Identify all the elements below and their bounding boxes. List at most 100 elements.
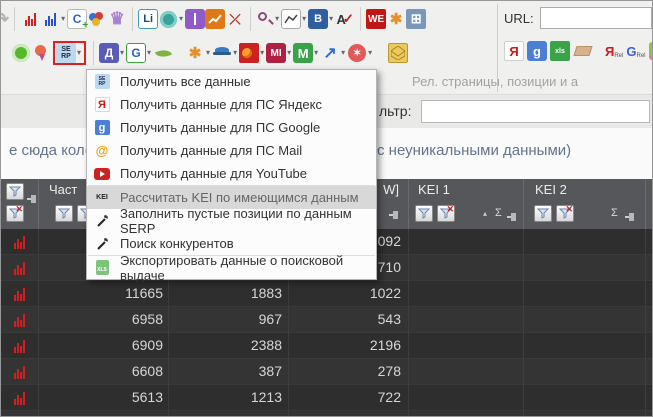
sum-icon[interactable]: Σ [611, 207, 618, 219]
yandex-icon[interactable]: Я [504, 41, 524, 61]
red-stats-icon[interactable] [20, 9, 40, 29]
filter-icon[interactable] [534, 205, 552, 222]
cell-frequency[interactable]: 11665 [39, 281, 169, 307]
teal-circle-icon[interactable] [158, 9, 178, 29]
chevron-down-icon[interactable]: ▾ [275, 9, 279, 29]
chevron-down-icon[interactable]: ▾ [314, 43, 318, 63]
cell-kei2[interactable] [524, 333, 646, 359]
chevron-down-icon[interactable]: ▾ [61, 9, 65, 29]
header-kei1[interactable]: KEI 1 ✕ ▴ Σ [409, 179, 524, 229]
filter-icon[interactable] [415, 205, 433, 222]
chevron-down-icon[interactable]: ▾ [329, 9, 333, 29]
cell-kei2[interactable] [524, 229, 646, 255]
serp-button-selected[interactable]: SE RP ▾ [53, 41, 87, 65]
google-icon[interactable]: g [527, 41, 547, 61]
cell-kei2[interactable] [524, 307, 646, 333]
pin-icon[interactable] [389, 207, 400, 225]
filter-icon[interactable] [55, 205, 73, 222]
chevron-down-icon[interactable]: ▾ [120, 43, 124, 63]
cell-kei1[interactable] [409, 229, 524, 255]
cell-kei2[interactable] [524, 255, 646, 281]
pin-icon[interactable] [27, 191, 38, 209]
cell-kei2[interactable] [524, 411, 646, 416]
header-kei2[interactable]: KEI 2 ✕ Σ [524, 179, 646, 229]
cell-frequency-exact[interactable]: 2196 [289, 333, 409, 359]
cell-frequency-w[interactable]: 745 [169, 411, 289, 416]
fireball-icon[interactable] [239, 43, 260, 63]
chevron-down-icon[interactable]: ▾ [368, 43, 372, 63]
chevron-down-icon[interactable]: ▾ [77, 43, 81, 63]
table-row[interactable]: 6958 967 543 [1, 307, 652, 333]
leaf-icon[interactable] [153, 43, 173, 63]
menu-item-get-youtube-data[interactable]: Получить данные для YouTube [87, 162, 376, 185]
menu-item-get-google-data[interactable]: g Получить данные для ПС Google [87, 116, 376, 139]
cell-kei1[interactable] [409, 359, 524, 385]
excel-icon[interactable]: xls [550, 41, 570, 61]
url-input[interactable] [539, 7, 652, 29]
cell-frequency-exact[interactable]: 1022 [289, 281, 409, 307]
clear-filter-icon[interactable]: ✕ [6, 204, 24, 222]
metrika-balls-icon[interactable] [87, 9, 107, 29]
target-icon[interactable]: ✶ [347, 43, 367, 63]
cell-frequency[interactable]: 5613 [39, 385, 169, 411]
table-row[interactable]: 4817 745 418 [1, 411, 652, 416]
spy-icon[interactable] [212, 43, 232, 63]
purple-stats-icon[interactable] [185, 9, 206, 29]
pin-icon[interactable] [507, 209, 518, 227]
clear-filter-icon[interactable]: ✕ [556, 204, 574, 222]
cell-kei1[interactable] [409, 411, 524, 416]
cell-frequency[interactable]: 6608 [39, 359, 169, 385]
spellcheck-icon[interactable]: A ✓ [335, 9, 355, 29]
console-icon[interactable]: C + [67, 9, 88, 31]
crown-icon[interactable]: ♛ [107, 9, 127, 29]
sum-icon[interactable]: Σ [495, 207, 502, 219]
cell-kei1[interactable] [409, 307, 524, 333]
b-service-icon[interactable]: B [308, 9, 329, 29]
menu-item-get-all-data[interactable]: SE RP Получить все данные [87, 70, 376, 93]
google-rel-icon[interactable]: G Rel [626, 44, 645, 59]
menu-item-get-mail-data[interactable]: @ Получить данные для ПС Mail [87, 139, 376, 162]
cell-frequency-exact[interactable]: 418 [289, 411, 409, 416]
cell-frequency-w[interactable]: 387 [169, 359, 289, 385]
mi-icon[interactable]: MI [266, 43, 287, 63]
cell-kei1[interactable] [409, 255, 524, 281]
chevron-down-icon[interactable]: ▾ [179, 9, 183, 29]
table-row[interactable]: 6909 2388 2196 [1, 333, 652, 359]
cell-frequency[interactable]: 6958 [39, 307, 169, 333]
cell-kei1[interactable] [409, 385, 524, 411]
chevron-down-icon[interactable]: ▾ [260, 43, 264, 63]
calculator-icon[interactable]: ⊞ [406, 9, 427, 29]
pin-icon[interactable] [625, 209, 636, 227]
tools-icon[interactable]: ⤫ [225, 9, 245, 29]
table-row[interactable]: 11665 1883 1022 [1, 281, 652, 307]
cell-frequency[interactable]: 6909 [39, 333, 169, 359]
chevron-down-icon[interactable]: ▾ [302, 9, 306, 29]
cell-kei1[interactable] [409, 333, 524, 359]
clipped-icon[interactable] [648, 42, 652, 60]
trend-arrow-icon[interactable]: ↗ [320, 43, 340, 63]
mini-chart-icon[interactable] [281, 9, 302, 29]
we-icon[interactable]: WE [366, 9, 387, 29]
chevron-down-icon[interactable]: ▾ [206, 43, 210, 63]
blue-stats-icon[interactable] [40, 9, 60, 29]
yandex-rel-icon[interactable]: Я Rel [605, 44, 623, 59]
manual-hand-icon[interactable]: ✱ [185, 43, 205, 63]
direct-icon[interactable]: Д [99, 43, 120, 63]
filter-icon[interactable] [6, 183, 24, 200]
table-row[interactable]: 5613 1213 722 [1, 385, 652, 411]
cell-frequency-exact[interactable]: 543 [289, 307, 409, 333]
cell-kei2[interactable] [524, 385, 646, 411]
cell-kei2[interactable] [524, 359, 646, 385]
m-icon[interactable]: M [293, 43, 314, 63]
hand-icon[interactable]: ✱ [386, 9, 406, 29]
cell-frequency-exact[interactable]: 722 [289, 385, 409, 411]
cell-frequency-w[interactable]: 1883 [169, 281, 289, 307]
cell-frequency-w[interactable]: 1213 [169, 385, 289, 411]
chevron-down-icon[interactable]: ▾ [233, 43, 237, 63]
google-ads-icon[interactable]: G [126, 43, 147, 63]
redo-icon[interactable]: ↷ [1, 9, 9, 30]
eraser-icon[interactable] [573, 41, 593, 61]
filter-input[interactable] [421, 100, 650, 123]
menu-item-export-serp-data[interactable]: XLS Экспортировать данные о поисковой вы… [87, 253, 376, 283]
cell-frequency-w[interactable]: 2388 [169, 333, 289, 359]
